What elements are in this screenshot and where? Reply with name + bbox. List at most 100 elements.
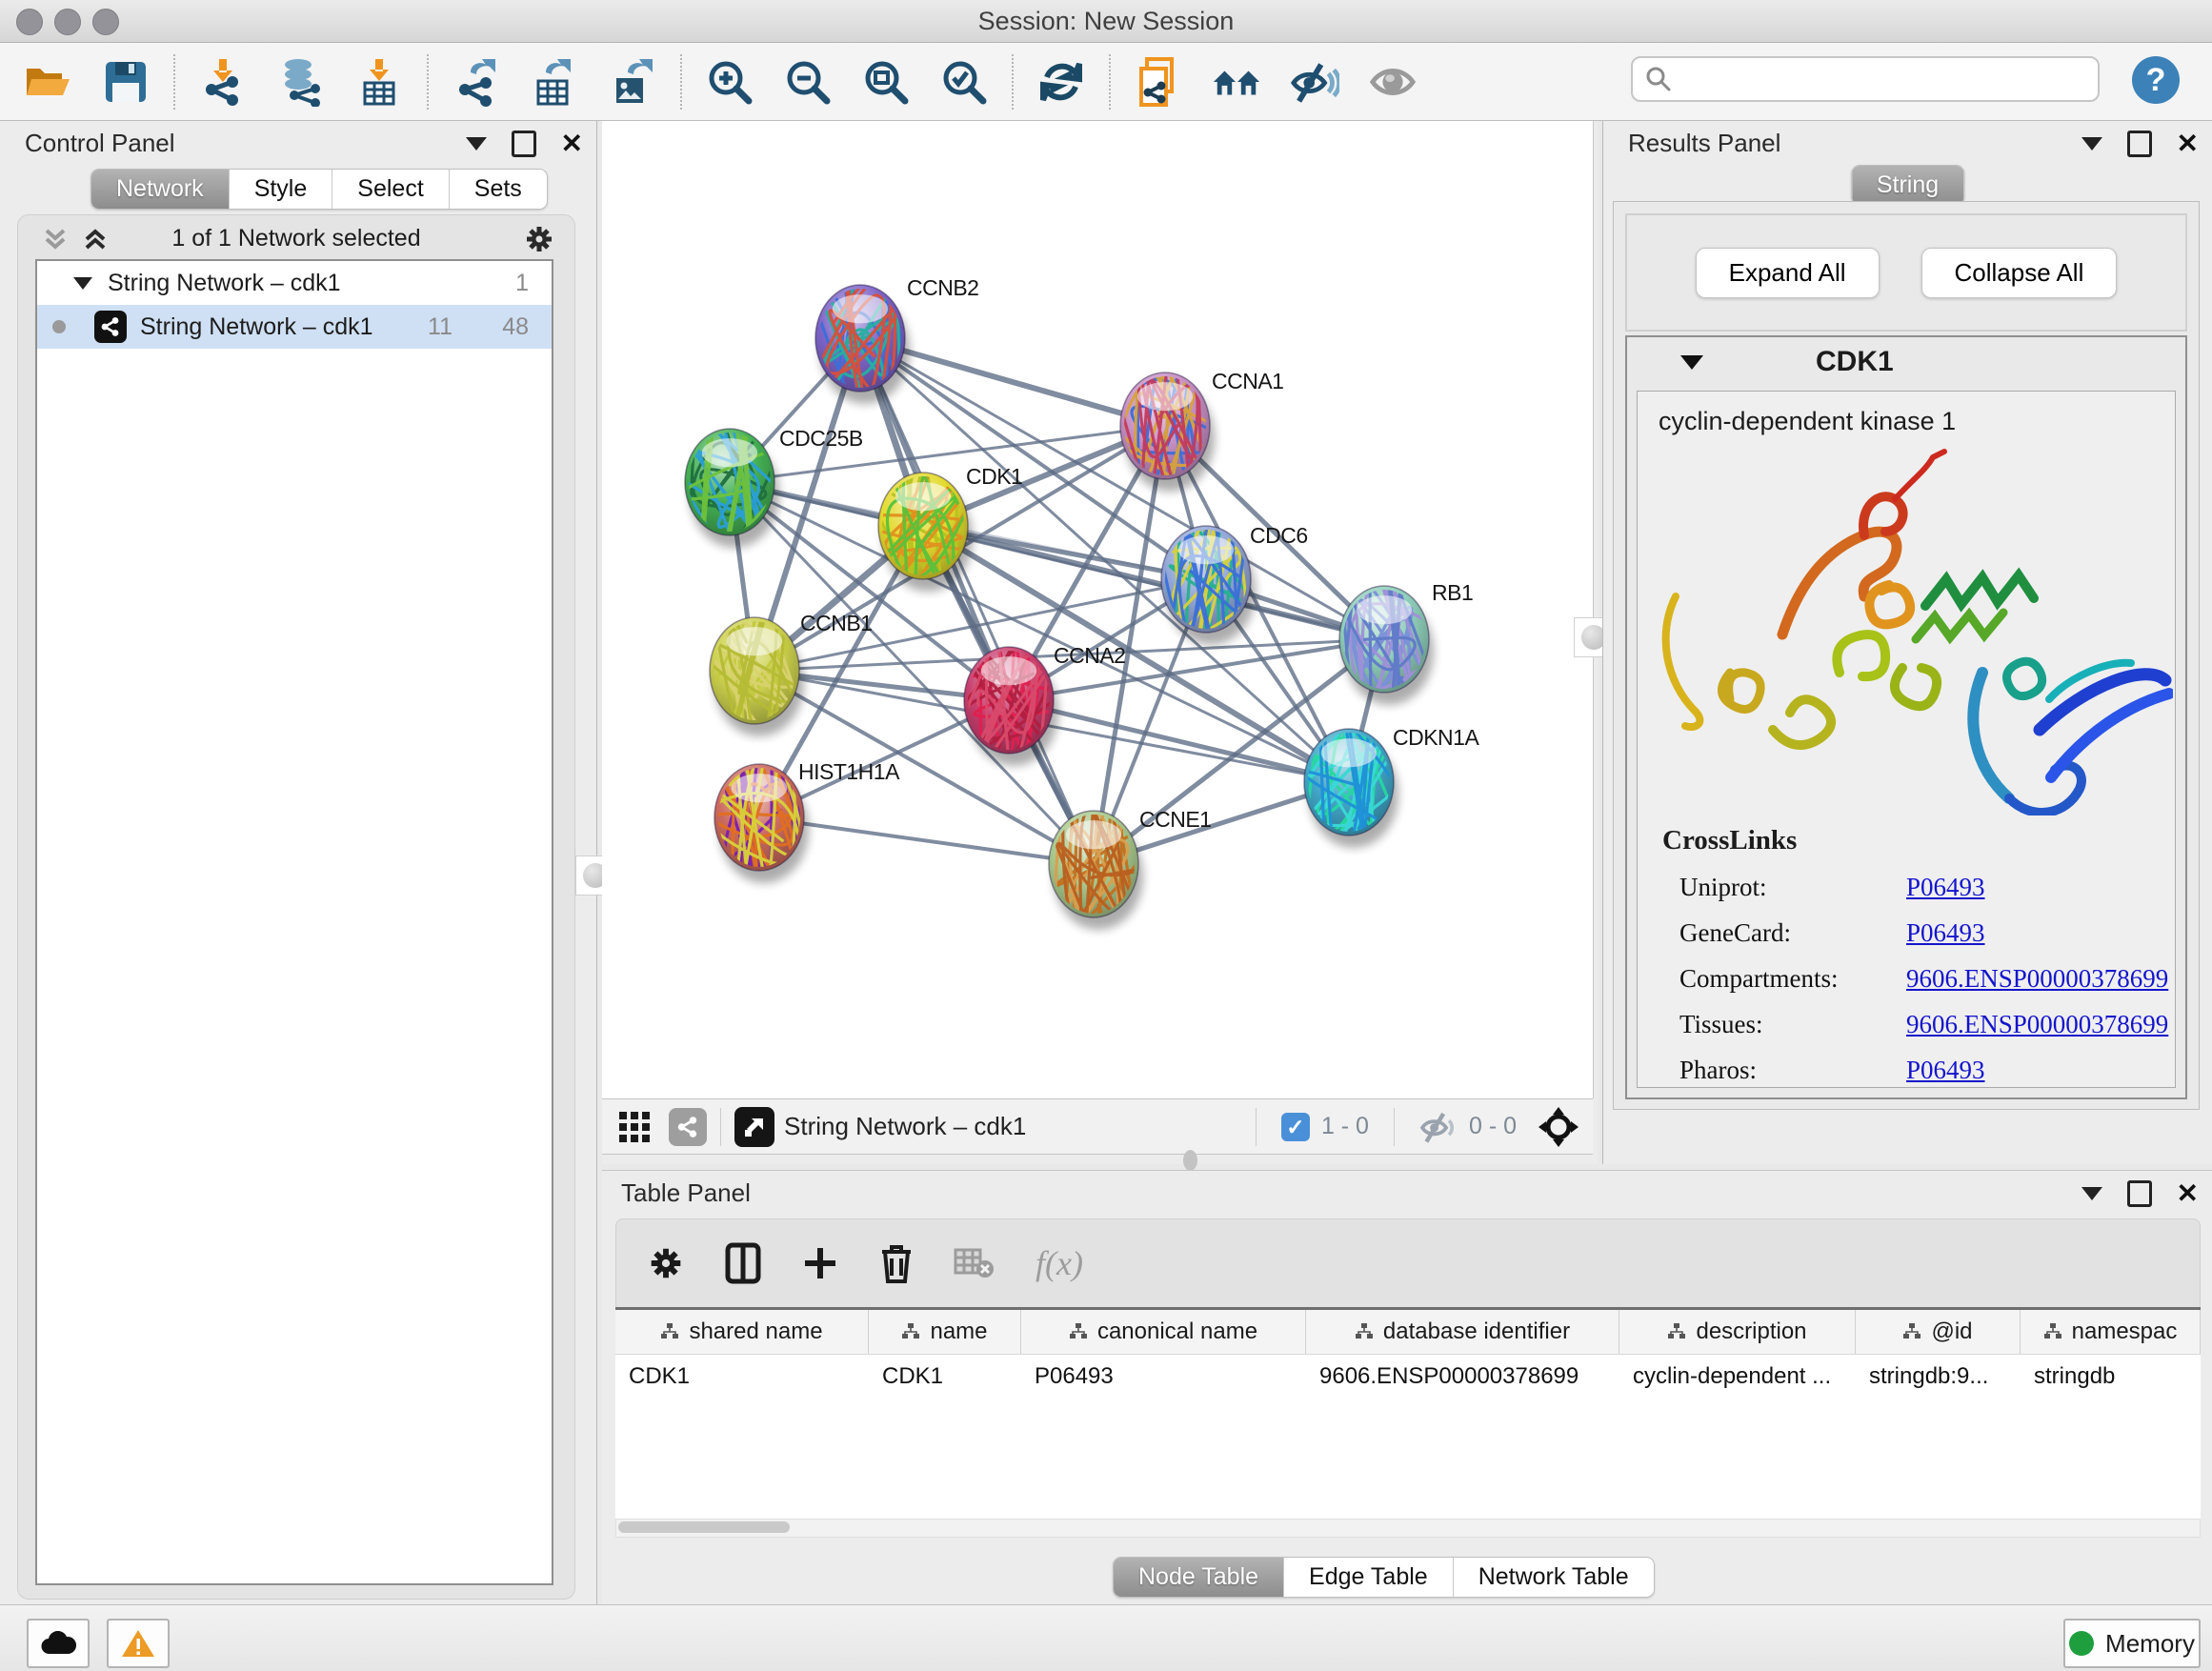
- cdk1-section-header[interactable]: CDK1: [1627, 337, 2185, 387]
- node-label-CCNB2: CCNB2: [907, 275, 978, 300]
- search-box[interactable]: [1631, 56, 2100, 102]
- crosslink-link[interactable]: P06493: [1906, 873, 1985, 902]
- protein-description: cyclin-dependent kinase 1: [1659, 407, 2175, 436]
- table-cell: CDK1: [869, 1355, 1021, 1399]
- warning-button[interactable]: [107, 1619, 170, 1668]
- table-row[interactable]: CDK1CDK1P064939606.ENSP00000378699cyclin…: [615, 1355, 2201, 1399]
- close-panel-icon[interactable]: ✕: [561, 133, 583, 154]
- crosslink-link[interactable]: 9606.ENSP00000378699: [1906, 1010, 2168, 1039]
- column-header-name[interactable]: name: [869, 1310, 1021, 1354]
- table-horizontal-scrollbar[interactable]: [615, 1519, 2201, 1538]
- node-CCNB2[interactable]: [798, 183, 910, 507]
- close-panel-icon[interactable]: ✕: [2177, 133, 2199, 154]
- tab-node-table[interactable]: Node Table: [1114, 1558, 1284, 1597]
- current-network-dot: [52, 320, 66, 333]
- network-collection-row[interactable]: String Network – cdk1 1: [37, 261, 552, 305]
- zoom-in-button[interactable]: [705, 57, 754, 107]
- crosslink-link[interactable]: 9606.ENSP00000378699: [1906, 964, 2168, 994]
- panel-menu-icon[interactable]: [466, 137, 487, 151]
- hide-selected-button[interactable]: [1290, 57, 1339, 107]
- gear-icon[interactable]: [523, 223, 555, 255]
- search-input[interactable]: [1673, 65, 2077, 93]
- float-panel-icon[interactable]: [2127, 131, 2152, 157]
- expand-all-button[interactable]: Expand All: [1696, 248, 1880, 298]
- zoom-fit-button[interactable]: [861, 57, 911, 107]
- selected-checkbox-icon[interactable]: ✓: [1281, 1113, 1310, 1141]
- tab-network-table[interactable]: Network Table: [1454, 1558, 1654, 1597]
- table-settings-gear-icon[interactable]: [647, 1244, 685, 1282]
- open-session-button[interactable]: [23, 57, 72, 107]
- tab-style[interactable]: Style: [230, 170, 333, 209]
- apply-layout-button[interactable]: [1036, 57, 1086, 107]
- cloud-button[interactable]: [27, 1619, 90, 1668]
- tab-edge-table[interactable]: Edge Table: [1284, 1558, 1454, 1597]
- tab-network[interactable]: Network: [91, 170, 230, 209]
- first-neighbors-button[interactable]: [1212, 57, 1261, 107]
- crosslink-link[interactable]: P06493: [1906, 1056, 1985, 1085]
- add-column-icon[interactable]: [801, 1244, 839, 1282]
- show-columns-icon[interactable]: [725, 1242, 761, 1284]
- hidden-eye-icon[interactable]: [1419, 1111, 1458, 1143]
- import-table-button[interactable]: [354, 57, 404, 107]
- node-label-CCNE1: CCNE1: [1139, 807, 1211, 832]
- open-folder-icon: [24, 61, 71, 103]
- import-network-database-button[interactable]: [276, 57, 326, 107]
- grid-view-icon[interactable]: [617, 1110, 652, 1144]
- crosslink-link[interactable]: P06493: [1906, 918, 1985, 948]
- tab-sets[interactable]: Sets: [450, 170, 547, 209]
- node-CDC25B[interactable]: [642, 321, 835, 654]
- node-label-CCNA1: CCNA1: [1212, 369, 1283, 393]
- node-label-RB1: RB1: [1432, 580, 1473, 605]
- share-view-icon[interactable]: [669, 1108, 707, 1146]
- column-header-description[interactable]: description: [1619, 1310, 1856, 1354]
- move-crosshair-icon[interactable]: [1538, 1106, 1579, 1148]
- float-panel-icon[interactable]: [2127, 1180, 2152, 1207]
- column-header-canonical-name[interactable]: canonical name: [1021, 1310, 1306, 1354]
- tab-string[interactable]: String: [1852, 166, 1963, 205]
- export-table-icon: [533, 57, 576, 107]
- delete-column-icon[interactable]: [879, 1242, 914, 1284]
- export-network-button[interactable]: [452, 57, 501, 107]
- open-in-window-icon[interactable]: [734, 1107, 774, 1147]
- network-label: String Network – cdk1: [140, 313, 373, 341]
- tab-select[interactable]: Select: [332, 170, 449, 209]
- zoom-selected-button[interactable]: [939, 57, 989, 107]
- clone-network-icon: [1136, 56, 1181, 108]
- panel-menu-icon[interactable]: [2081, 1187, 2102, 1200]
- clone-network-button[interactable]: [1134, 57, 1183, 107]
- tree-expand-icon[interactable]: [73, 277, 92, 290]
- zoom-out-button[interactable]: [783, 57, 833, 107]
- import-network-button[interactable]: [198, 57, 248, 107]
- section-collapse-icon[interactable]: [1680, 355, 1703, 370]
- collapse-all-button[interactable]: Collapse All: [1921, 248, 2118, 298]
- zoom-fit-icon: [862, 58, 910, 106]
- close-panel-icon[interactable]: ✕: [2177, 1183, 2199, 1204]
- network-canvas[interactable]: CCNB2CCNA1CDC25BCDK1CDC6RB1CCNB1CCNA2CDK…: [602, 121, 1594, 1098]
- memory-button[interactable]: Memory: [2063, 1619, 2201, 1668]
- string-network-graph[interactable]: CCNB2CCNA1CDC25BCDK1CDC6RB1CCNB1CCNA2CDK…: [602, 121, 1593, 1098]
- help-button[interactable]: ?: [2132, 56, 2180, 104]
- apply-function-icon[interactable]: f(x): [1036, 1243, 1083, 1283]
- export-table-button[interactable]: [530, 57, 579, 107]
- column-header-shared-name[interactable]: shared name: [615, 1310, 869, 1354]
- column-header-namespac[interactable]: namespac: [2021, 1310, 2201, 1354]
- selected-counts: 1 - 0: [1321, 1113, 1369, 1140]
- table-cell: 9606.ENSP00000378699: [1306, 1355, 1619, 1399]
- crosslink-row: Uniprot:P06493: [1662, 873, 2175, 902]
- export-image-button[interactable]: [608, 57, 657, 107]
- float-panel-icon[interactable]: [512, 131, 536, 157]
- scrollbar-thumb[interactable]: [618, 1521, 790, 1533]
- title-bar: Session: New Session: [0, 0, 2212, 43]
- column-type-icon: [1667, 1322, 1686, 1341]
- save-session-button[interactable]: [101, 57, 151, 107]
- node-CCNE1[interactable]: [1028, 706, 1165, 1034]
- horizontal-splitter-handle[interactable]: [1183, 1150, 1197, 1171]
- column-header--id[interactable]: @id: [1856, 1310, 2021, 1354]
- show-all-button[interactable]: [1368, 57, 1418, 107]
- delete-table-icon[interactable]: [954, 1246, 995, 1280]
- crosslink-row: Tissues:9606.ENSP00000378699: [1662, 1010, 2175, 1039]
- search-icon: [1644, 65, 1673, 93]
- network-row[interactable]: String Network – cdk1 11 48: [37, 305, 552, 349]
- panel-menu-icon[interactable]: [2081, 137, 2102, 151]
- column-header-database-identifier[interactable]: database identifier: [1306, 1310, 1619, 1354]
